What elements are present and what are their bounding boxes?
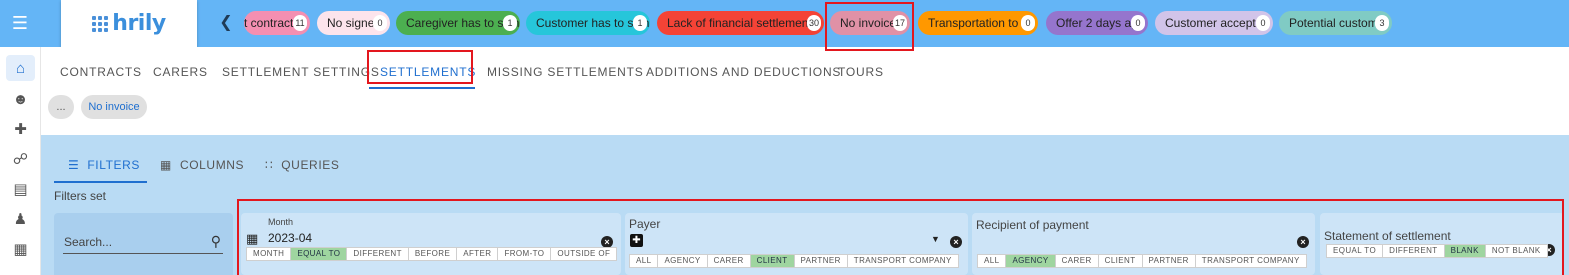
- filter-list-icon: ☰: [68, 158, 80, 172]
- search-field[interactable]: Search... ⚲: [54, 213, 233, 275]
- month-op-from-to[interactable]: FROM-TO: [498, 248, 552, 260]
- apps-grid-icon: ∷: [265, 158, 274, 172]
- chip-contract[interactable]: t contract 11: [244, 11, 310, 35]
- recipient-opt-carer[interactable]: CARER: [1056, 255, 1099, 267]
- chip-count: 30: [806, 15, 821, 31]
- calendar-icon[interactable]: ▦: [246, 231, 258, 247]
- statement-opt-different[interactable]: DIFFERENT: [1383, 245, 1445, 257]
- breadcrumb-more[interactable]: ...: [48, 95, 74, 119]
- columns-icon: ▦: [160, 158, 172, 172]
- logo[interactable]: hrily: [61, 0, 197, 47]
- filter-payer: Payer ✚ ▼ × ALL AGENCY CARER CLIENT PART…: [625, 213, 968, 275]
- chip-count: 0: [1021, 15, 1035, 31]
- month-op-month[interactable]: MONTH: [247, 248, 292, 260]
- filter-recipient-of-payment: Recipient of payment × ALL AGENCY CARER …: [972, 213, 1315, 275]
- tab-additions-and-deductions[interactable]: Additions and deductions: [646, 65, 841, 79]
- month-op-before[interactable]: BEFORE: [409, 248, 458, 260]
- chip-potential-customer[interactable]: Potential customer 3: [1279, 11, 1392, 35]
- tab-tours[interactable]: Tours: [838, 65, 884, 79]
- filter-payer-title: Payer: [629, 217, 661, 231]
- chip-count: 1: [633, 15, 647, 31]
- hamburger-menu-icon[interactable]: ☰: [9, 12, 31, 34]
- active-filter-tab-indicator: [54, 181, 147, 183]
- payer-option-group: ALL AGENCY CARER CLIENT PARTNER TRANSPOR…: [629, 254, 959, 268]
- month-op-equal-to[interactable]: EQUAL TO: [291, 248, 348, 260]
- month-operator-group: MONTH EQUAL TO DIFFERENT BEFORE AFTER FR…: [246, 247, 618, 261]
- payer-opt-all[interactable]: ALL: [630, 255, 659, 267]
- recipient-opt-all[interactable]: ALL: [978, 255, 1007, 267]
- add-payer-icon[interactable]: ✚: [630, 234, 643, 247]
- home-icon[interactable]: ⌂: [6, 55, 35, 81]
- chip-no-signed[interactable]: No signed 0: [317, 11, 390, 35]
- clear-recipient-icon[interactable]: ×: [1297, 236, 1309, 248]
- chip-transportation-to-do[interactable]: Transportation to do 0: [918, 11, 1038, 35]
- month-op-after[interactable]: AFTER: [457, 248, 499, 260]
- tab-contracts[interactable]: Contracts: [60, 65, 142, 79]
- chip-count: 3: [1375, 15, 1389, 31]
- search-input[interactable]: Search...: [64, 235, 112, 249]
- chip-offer-2-days-ago[interactable]: Offer 2 days ago 0: [1046, 11, 1148, 35]
- dashboard-icon[interactable]: ▦: [6, 236, 35, 262]
- recipient-opt-client[interactable]: CLIENT: [1099, 255, 1143, 267]
- recipient-opt-partner[interactable]: PARTNER: [1143, 255, 1196, 267]
- statement-opt-blank[interactable]: BLANK: [1444, 245, 1486, 257]
- filters-set-label: Filters set: [54, 189, 107, 203]
- chip-count: 0: [373, 15, 387, 31]
- month-op-outside-of[interactable]: OUTSIDE OF: [551, 248, 616, 260]
- chip-count: 0: [1131, 15, 1145, 31]
- chip-customer-has-to-sign[interactable]: Customer has to sign 1: [526, 11, 650, 35]
- tab-settlement-settings[interactable]: Settlement settings: [222, 65, 380, 79]
- statement-opt-not-blank[interactable]: NOT BLANK: [1486, 245, 1547, 257]
- status-chip-bar: t contract 11 No signed 0 Caregiver has to…: [244, 11, 1424, 35]
- tab-carers[interactable]: Carers: [153, 65, 208, 79]
- payer-opt-partner[interactable]: PARTNER: [795, 255, 848, 267]
- filter-statement-title: Statement of settlement: [1324, 229, 1451, 243]
- tab-settlements[interactable]: Settlements: [380, 65, 476, 79]
- month-value-input[interactable]: 2023-04: [268, 231, 312, 245]
- section-tabs: Contracts Carers Settlement settings Set…: [41, 47, 1569, 135]
- tab-missing-settlements[interactable]: Missing settlements: [487, 65, 644, 79]
- chip-lack-of-financial-settlements[interactable]: Lack of financial settlements 30: [657, 11, 824, 35]
- filter-statement-of-settlement: Statement of settlement × EQUAL TO DIFFE…: [1320, 213, 1564, 275]
- filter-month-title: Month: [268, 217, 294, 227]
- chip-count: 11: [293, 15, 307, 31]
- payer-opt-carer[interactable]: CARER: [708, 255, 751, 267]
- chevron-left-icon[interactable]: ❮: [218, 12, 234, 34]
- top-bar: ☰ hrily ❮ t contract 11 No signed 0 Caregi…: [0, 0, 1569, 47]
- chip-count: 17: [892, 15, 907, 31]
- bus-icon[interactable]: ▤: [6, 176, 35, 202]
- breadcrumb-current[interactable]: No invoice: [81, 95, 147, 119]
- chip-count: 0: [1256, 15, 1270, 31]
- filter-month: Month ▦ 2023-04 × MONTH EQUAL TO DIFFERE…: [241, 213, 621, 275]
- dropdown-arrow-icon[interactable]: ▼: [931, 234, 940, 244]
- recipient-opt-agency[interactable]: AGENCY: [1006, 255, 1056, 267]
- tab-queries[interactable]: ∷ QUERIES: [265, 158, 339, 172]
- statement-option-group: EQUAL TO DIFFERENT BLANK NOT BLANK: [1326, 244, 1548, 258]
- recipient-opt-transport-company[interactable]: TRANSPORT COMPANY: [1196, 255, 1306, 267]
- clear-payer-icon[interactable]: ×: [950, 236, 962, 248]
- side-navigation: ⌂ ☻ ✚ ☍ ▤ ♟ ▦: [0, 47, 41, 275]
- logo-mark-icon: [92, 15, 109, 32]
- search-icon[interactable]: ⚲: [211, 233, 221, 250]
- payer-opt-transport-company[interactable]: TRANSPORT COMPANY: [848, 255, 958, 267]
- statement-opt-equal-to[interactable]: EQUAL TO: [1327, 245, 1384, 257]
- chip-caregiver-has-to-sign[interactable]: Caregiver has to sign 1: [396, 11, 520, 35]
- people-icon[interactable]: ♟: [6, 206, 35, 232]
- payer-opt-agency[interactable]: AGENCY: [658, 255, 708, 267]
- tab-filters[interactable]: ☰ FILTERS: [68, 158, 140, 172]
- recipient-option-group: ALL AGENCY CARER CLIENT PARTNER TRANSPOR…: [977, 254, 1307, 268]
- tab-columns[interactable]: ▦ COLUMNS: [160, 158, 244, 172]
- face-icon[interactable]: ☻: [6, 86, 35, 112]
- filter-recipient-title: Recipient of payment: [976, 218, 1089, 232]
- logo-text: hrily: [112, 11, 166, 36]
- chip-no-invoice[interactable]: No invoice 17: [830, 11, 910, 35]
- chip-customer-accepted[interactable]: Customer accepted 0: [1155, 11, 1273, 35]
- chip-count: 1: [503, 15, 517, 31]
- payer-opt-client[interactable]: CLIENT: [750, 255, 795, 267]
- month-op-different[interactable]: DIFFERENT: [347, 248, 409, 260]
- globe-icon[interactable]: ☍: [6, 146, 35, 172]
- active-tab-indicator: [369, 87, 475, 89]
- medical-cross-icon[interactable]: ✚: [6, 116, 35, 142]
